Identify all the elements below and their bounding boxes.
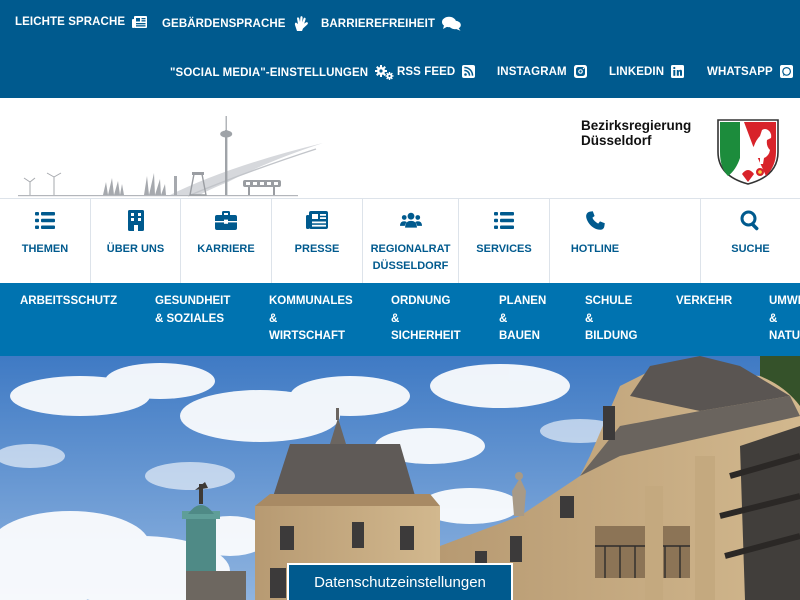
phone-icon: [585, 210, 605, 230]
nav-label-themen: Themen: [21, 243, 69, 255]
rss-feed-link[interactable]: RSS Feed: [397, 65, 476, 78]
instagram-icon: [573, 65, 587, 78]
sign-language-icon: [294, 16, 308, 31]
topic-umwelt-natur[interactable]: Umwelt & Natur: [769, 293, 800, 346]
instagram-label: Instagram: [497, 65, 567, 78]
whatsapp-link[interactable]: WhatsApp: [707, 65, 793, 78]
rss-label: RSS Feed: [397, 65, 456, 78]
nav-item-karriere[interactable]: Karriere: [181, 199, 272, 283]
newspaper-icon: [132, 16, 148, 28]
nav-item-suche[interactable]: Suche: [700, 199, 800, 283]
social-media-settings-link[interactable]: "Social Media"-Einstellungen: [170, 65, 394, 80]
nav-item-presse[interactable]: Presse: [272, 199, 363, 283]
whatsapp-label: WhatsApp: [707, 65, 773, 78]
nav-label-ueber-uns: Über uns: [106, 243, 165, 255]
topic-ordnung-sicherheit[interactable]: Ordnung & Sicherheit: [391, 293, 461, 346]
nav-item-services[interactable]: Services: [459, 199, 550, 283]
barrierefreiheit-label: Barrierefreiheit: [321, 17, 436, 30]
privacy-settings-button[interactable]: Datenschutzeinstellungen: [287, 563, 513, 600]
leichte-sprache-label: Leichte Sprache: [15, 16, 126, 28]
topic-gesundheit-soziales[interactable]: Gesundheit & Soziales: [155, 293, 230, 328]
topic-bar: Arbeitsschutz Gesundheit & Soziales Komm…: [0, 283, 800, 356]
briefcase-icon: [215, 210, 237, 230]
newspaper-icon: [306, 211, 328, 229]
whatsapp-icon: [779, 65, 793, 78]
utility-bar: Leichte Sprache Gebärdensprache Barriere…: [0, 0, 800, 98]
site-header: Bezirksregierung Düsseldorf: [0, 98, 800, 198]
linkedin-label: LinkedIn: [609, 65, 665, 78]
leichte-sprache-link[interactable]: Leichte Sprache: [15, 16, 148, 28]
topic-planen-bauen[interactable]: Planen & Bauen: [499, 293, 546, 346]
main-navigation: Themen Über uns Karriere Presse Regional…: [0, 198, 800, 283]
gebaerdensprache-link[interactable]: Gebärdensprache: [162, 16, 309, 32]
users-icon: [399, 212, 422, 228]
gears-icon: [375, 65, 394, 80]
org-name-line2: Düsseldorf: [581, 133, 652, 148]
topic-kommunales-wirtschaft[interactable]: Kommunales & Wirtschaft: [269, 293, 353, 346]
linkedin-link[interactable]: LinkedIn: [609, 65, 685, 78]
nav-label-regionalrat: Regionalrat Düsseldorf: [370, 243, 451, 272]
gebaerdensprache-label: Gebärdensprache: [162, 18, 286, 30]
topic-verkehr[interactable]: Verkehr: [676, 293, 732, 311]
nav-item-regionalrat[interactable]: Regionalrat Düsseldorf: [363, 199, 459, 283]
skyline-logo[interactable]: [18, 116, 328, 198]
nav-label-karriere: Karriere: [197, 243, 255, 255]
nav-label-hotline: Hotline: [570, 243, 620, 255]
comments-icon: [442, 16, 461, 31]
rss-icon: [462, 65, 476, 78]
nav-label-presse: Presse: [294, 243, 340, 255]
linkedin-icon: [671, 65, 685, 78]
nav-item-hotline[interactable]: Hotline: [550, 199, 640, 283]
instagram-link[interactable]: Instagram: [497, 65, 587, 78]
social-media-label: "Social Media"-Einstellungen: [170, 66, 369, 79]
nav-item-ueber-uns[interactable]: Über uns: [91, 199, 181, 283]
list-icon: [35, 211, 55, 229]
nav-label-services: Services: [476, 243, 532, 255]
topic-schule-bildung[interactable]: Schule & Bildung: [585, 293, 637, 346]
building-icon: [127, 209, 144, 231]
nrw-crest-logo[interactable]: [716, 118, 780, 186]
list-icon: [494, 211, 514, 229]
search-icon: [740, 210, 759, 230]
nav-label-suche: Suche: [731, 243, 770, 255]
topic-arbeitsschutz[interactable]: Arbeitsschutz: [20, 293, 117, 311]
nav-item-themen[interactable]: Themen: [0, 199, 91, 283]
organization-name[interactable]: Bezirksregierung Düsseldorf: [581, 118, 691, 148]
org-name-line1: Bezirksregierung: [581, 118, 692, 133]
barrierefreiheit-link[interactable]: Barrierefreiheit: [321, 16, 461, 31]
